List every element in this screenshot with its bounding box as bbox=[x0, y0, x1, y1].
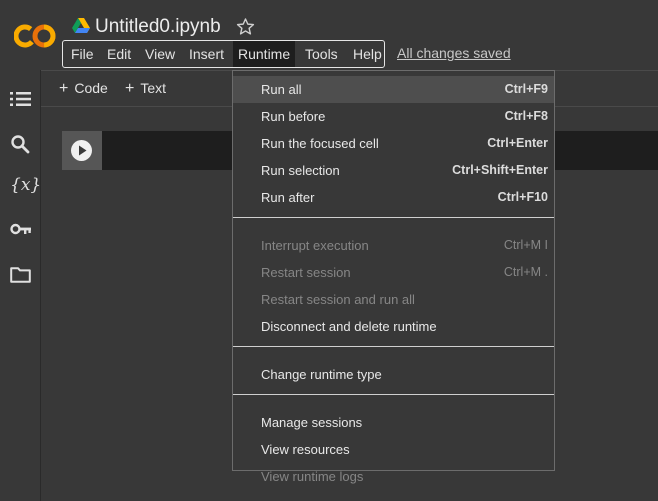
menu-item-run-the-focused-cell[interactable]: Run the focused cell Ctrl+Enter bbox=[233, 130, 554, 157]
menu-item-label: Disconnect and delete runtime bbox=[261, 319, 437, 334]
add-code-button[interactable]: + Code bbox=[59, 80, 108, 98]
menu-item-label: Manage sessions bbox=[261, 415, 363, 430]
menu-item-shortcut: Ctrl+Enter bbox=[487, 136, 548, 150]
menu-item-run-all[interactable]: Run all Ctrl+F9 bbox=[233, 76, 554, 103]
runtime-dropdown-menu: Run all Ctrl+F9 Run before Ctrl+F8 Run the f… bbox=[232, 70, 555, 484]
menu-separator bbox=[233, 346, 554, 347]
variables-icon[interactable]: {x} bbox=[10, 175, 41, 195]
menu-item-restart-session-and-run-all: Restart session and run all bbox=[233, 286, 554, 313]
menu-item-label: Run selection bbox=[261, 163, 340, 178]
google-drive-icon[interactable] bbox=[72, 18, 90, 34]
menu-item-label: Restart session bbox=[261, 265, 351, 280]
run-cell-button[interactable] bbox=[71, 140, 92, 161]
menu-item-label: Interrupt execution bbox=[261, 238, 369, 253]
menu-item-disconnect-and-delete-runtime[interactable]: Disconnect and delete runtime bbox=[233, 313, 554, 340]
menu-item-run-after[interactable]: Run after Ctrl+F10 bbox=[233, 184, 554, 211]
menu-item-shortcut: Ctrl+F8 bbox=[504, 109, 548, 123]
secrets-key-icon[interactable] bbox=[10, 222, 32, 236]
menu-item-view-runtime-logs: View runtime logs bbox=[233, 463, 554, 490]
menu-item-shortcut: Ctrl+M . bbox=[503, 265, 548, 279]
save-status-link[interactable]: All changes saved bbox=[397, 45, 511, 61]
colab-logo[interactable] bbox=[14, 22, 56, 50]
menu-item-run-before[interactable]: Run before Ctrl+F8 bbox=[233, 103, 554, 130]
menu-view[interactable]: View bbox=[140, 41, 180, 67]
menu-item-run-selection[interactable]: Run selection Ctrl+Shift+Enter bbox=[233, 157, 554, 184]
menu-file[interactable]: File bbox=[66, 41, 99, 67]
menu-edit[interactable]: Edit bbox=[102, 41, 136, 67]
menu-item-label: View runtime logs bbox=[261, 469, 364, 484]
menu-item-label: Run the focused cell bbox=[261, 136, 379, 151]
menu-item-shortcut: Ctrl+F9 bbox=[504, 82, 548, 96]
menu-runtime[interactable]: Runtime bbox=[233, 41, 296, 67]
menu-item-interrupt-execution: Interrupt execution Ctrl+M I bbox=[233, 232, 554, 259]
menu-item-view-resources[interactable]: View resources bbox=[233, 436, 554, 463]
menu-bar: File Edit View Insert Runtime Tools Help bbox=[62, 40, 385, 68]
menu-item-label: Run after bbox=[261, 190, 315, 205]
menu-separator bbox=[233, 217, 554, 218]
menu-separator bbox=[233, 394, 554, 395]
add-text-button[interactable]: + Text bbox=[125, 80, 166, 98]
menu-item-label: Change runtime type bbox=[261, 367, 382, 382]
add-text-label: Text bbox=[140, 80, 167, 96]
files-folder-icon[interactable] bbox=[10, 266, 31, 283]
menu-item-restart-session: Restart session Ctrl+M . bbox=[233, 259, 554, 286]
star-icon[interactable] bbox=[236, 17, 255, 36]
menu-item-shortcut: Ctrl+M I bbox=[503, 238, 548, 252]
plus-icon: + bbox=[125, 80, 135, 97]
menu-help[interactable]: Help bbox=[348, 41, 387, 67]
menu-insert[interactable]: Insert bbox=[184, 41, 229, 67]
menu-item-shortcut: Ctrl+F10 bbox=[497, 190, 548, 204]
left-sidebar: {x} bbox=[0, 70, 41, 501]
menu-tools[interactable]: Tools bbox=[300, 41, 343, 67]
menu-item-label: Restart session and run all bbox=[261, 292, 415, 307]
menu-item-label: Run before bbox=[261, 109, 326, 124]
menu-item-label: View resources bbox=[261, 442, 350, 457]
notebook-title[interactable]: Untitled0.ipynb bbox=[95, 16, 221, 38]
menu-item-manage-sessions[interactable]: Manage sessions bbox=[233, 409, 554, 436]
menu-item-change-runtime-type[interactable]: Change runtime type bbox=[233, 361, 554, 388]
table-of-contents-icon[interactable] bbox=[10, 90, 31, 108]
play-icon bbox=[79, 145, 87, 156]
plus-icon: + bbox=[59, 80, 69, 97]
add-code-label: Code bbox=[74, 80, 108, 96]
menu-item-label: Run all bbox=[261, 82, 302, 97]
menu-item-shortcut: Ctrl+Shift+Enter bbox=[452, 163, 548, 177]
search-icon[interactable] bbox=[10, 134, 30, 154]
